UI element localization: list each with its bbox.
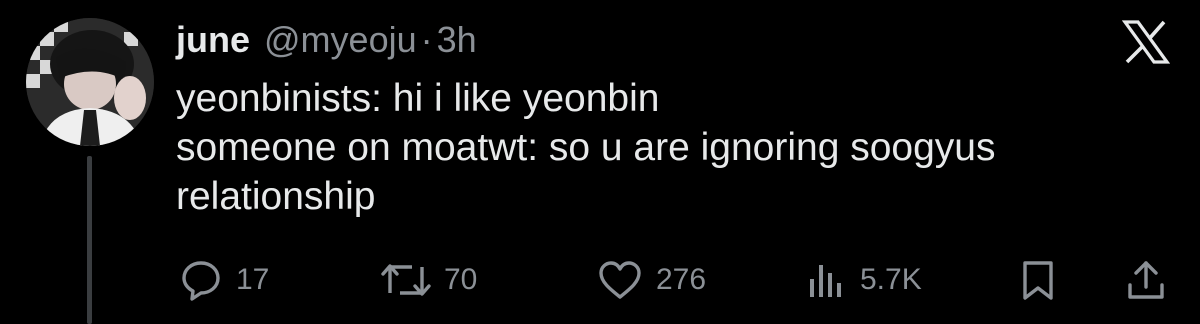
- views-button[interactable]: 5.7K: [806, 252, 922, 308]
- x-logo-icon[interactable]: [1121, 20, 1171, 64]
- separator-dot: ·: [420, 19, 433, 60]
- tweet-text: yeonbinists: hi i like yeonbin someone o…: [176, 74, 1136, 221]
- tweet-text-line: yeonbinists: hi i like yeonbin: [176, 77, 660, 120]
- views-icon: [810, 265, 841, 297]
- views-count: 5.7K: [860, 263, 922, 296]
- retweet-icon: [381, 264, 431, 296]
- user-handle[interactable]: @myeoju: [264, 19, 417, 61]
- reply-icon: [182, 261, 220, 301]
- tweet-text-line: someone on moatwt: so u are ignoring soo…: [176, 126, 996, 169]
- bookmark-icon: [1023, 261, 1053, 300]
- timestamp[interactable]: 3h: [437, 19, 477, 61]
- bookmark-button[interactable]: [1018, 252, 1058, 308]
- tweet-header: june @myeoju · 3h: [176, 14, 477, 66]
- like-count: 276: [656, 263, 707, 296]
- share-button[interactable]: [1124, 252, 1168, 308]
- action-bar: 17 70 276 5.7K: [0, 252, 1200, 308]
- share-icon: [1128, 261, 1164, 299]
- retweet-button[interactable]: 70: [380, 252, 477, 308]
- heart-icon: [599, 261, 641, 299]
- like-button[interactable]: 276: [596, 252, 706, 308]
- reply-count: 17: [236, 263, 270, 296]
- reply-button[interactable]: 17: [178, 252, 269, 308]
- tweet-text-line: relationship: [176, 175, 376, 218]
- retweet-count: 70: [444, 263, 478, 296]
- display-name[interactable]: june: [176, 19, 250, 61]
- avatar-image: [26, 18, 154, 146]
- avatar[interactable]: [26, 18, 154, 146]
